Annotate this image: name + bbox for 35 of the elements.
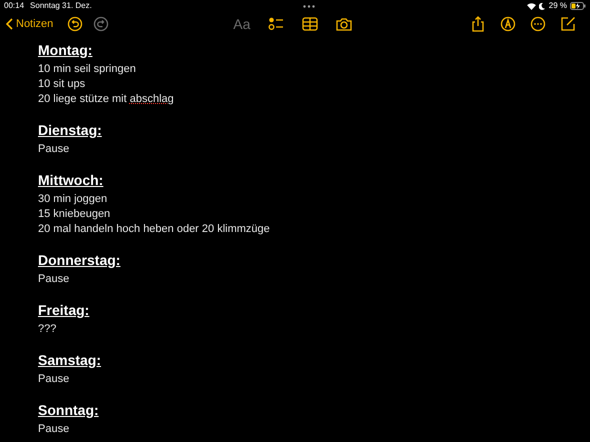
pen-tip-icon[interactable] — [500, 16, 516, 32]
day-heading: Mittwoch: — [38, 171, 104, 190]
battery-percentage: 29 % — [548, 0, 567, 12]
table-icon[interactable] — [302, 16, 318, 32]
checklist-icon[interactable] — [268, 16, 284, 32]
note-line: 10 sit ups — [38, 77, 86, 92]
day-heading: Dienstag: — [38, 121, 103, 140]
day-heading: Montag: — [38, 41, 94, 60]
day-heading: Freitag: — [38, 301, 90, 320]
compose-icon[interactable] — [560, 16, 576, 32]
note-line: Pause — [38, 372, 70, 387]
battery-charging-icon — [570, 2, 586, 10]
more-icon[interactable] — [530, 16, 546, 32]
note-line: 30 min joggen — [38, 192, 108, 207]
note-line: 15 kniebeugen — [38, 207, 112, 222]
status-time: 00:14 — [4, 0, 24, 12]
multitasking-dots-icon[interactable] — [303, 4, 316, 8]
note-line: 10 min seil springen — [38, 62, 137, 77]
wifi-icon — [526, 2, 536, 10]
back-button[interactable]: Notizen — [6, 16, 54, 32]
note-line: 20 mal handeln hoch heben oder 20 klimmzüge — [38, 222, 271, 237]
camera-icon[interactable] — [336, 16, 352, 32]
day-heading: Samstag: — [38, 351, 102, 370]
note-line: ??? — [38, 322, 58, 337]
note-line: Pause — [38, 272, 70, 287]
note-line: Pause — [38, 142, 70, 157]
undo-icon[interactable] — [67, 16, 84, 32]
day-heading: Sonntag: — [38, 401, 100, 420]
chevron-left-icon — [6, 18, 13, 30]
status-date: Sonntag 31. Dez. — [30, 0, 92, 12]
day-heading: Donnerstag: — [38, 251, 122, 270]
share-icon[interactable] — [470, 16, 486, 32]
moon-icon — [538, 2, 545, 10]
note-line: Pause — [38, 422, 70, 437]
note-line: 20 liege stütze mit abschlag — [38, 92, 175, 107]
